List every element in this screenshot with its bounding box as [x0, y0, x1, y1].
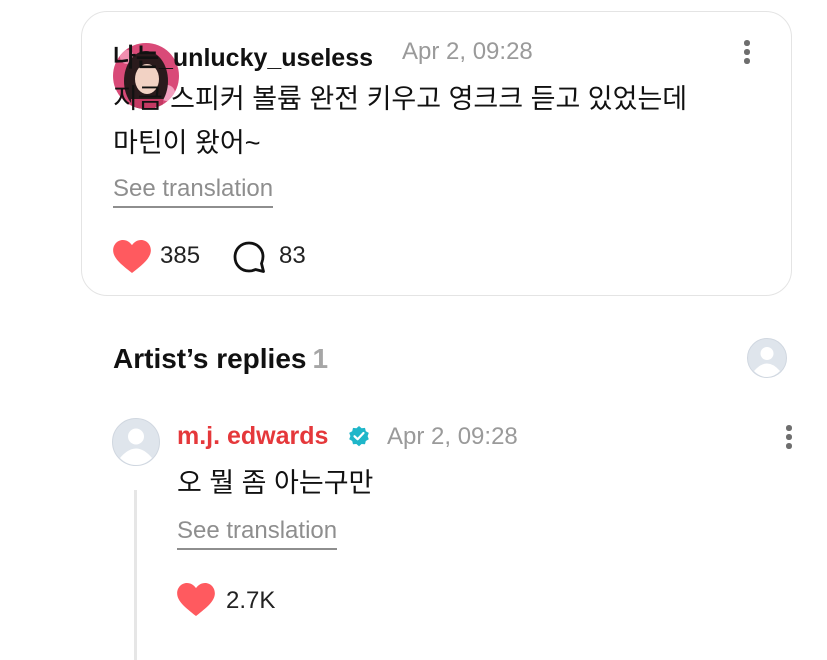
- post-comment-count: 83: [279, 242, 306, 269]
- post-text-line-1: 지금 스피커 볼륨 완전 키우고 영크크 듣고 있었는데: [113, 84, 688, 114]
- heart-icon: [177, 583, 215, 616]
- reply-like-count: 2.7K: [226, 587, 276, 614]
- post-comment-button[interactable]: [232, 240, 267, 275]
- artist-replies-count: 1: [312, 343, 329, 374]
- post-like-count: 385: [160, 242, 201, 269]
- reply-more-icon[interactable]: [786, 425, 794, 452]
- default-avatar-icon: [112, 418, 160, 466]
- reply-username[interactable]: m.j. edwards: [177, 422, 328, 451]
- heart-icon: [113, 240, 151, 273]
- post-timestamp: Apr 2, 09:28: [402, 38, 533, 65]
- current-user-avatar[interactable]: [747, 338, 787, 378]
- reply-see-translation-link[interactable]: See translation: [177, 517, 338, 550]
- verified-badge-icon: [347, 424, 371, 448]
- post-see-translation-link[interactable]: See translation: [113, 175, 274, 208]
- post-username[interactable]: 나는_unlucky_useless: [113, 38, 373, 74]
- default-avatar-icon: [747, 338, 787, 378]
- artist-replies-header: Artist’s replies 1: [113, 343, 328, 375]
- post-like-button[interactable]: [113, 240, 151, 273]
- post-text-line-2: 마틴이 왔어~: [113, 128, 261, 158]
- reply-text: 오 뭘 좀 아는구만: [177, 468, 374, 498]
- speech-bubble-icon: [233, 241, 265, 273]
- post-card: 나는_unlucky_useless Apr 2, 09:28 지금 스피커 볼…: [81, 11, 792, 296]
- thread-line: [134, 490, 137, 660]
- post-more-icon[interactable]: [744, 40, 752, 67]
- artist-replies-title: Artist’s replies: [113, 343, 307, 374]
- reply-like-button[interactable]: [177, 583, 215, 616]
- reply-avatar[interactable]: [112, 418, 160, 466]
- reply-timestamp: Apr 2, 09:28: [387, 423, 518, 450]
